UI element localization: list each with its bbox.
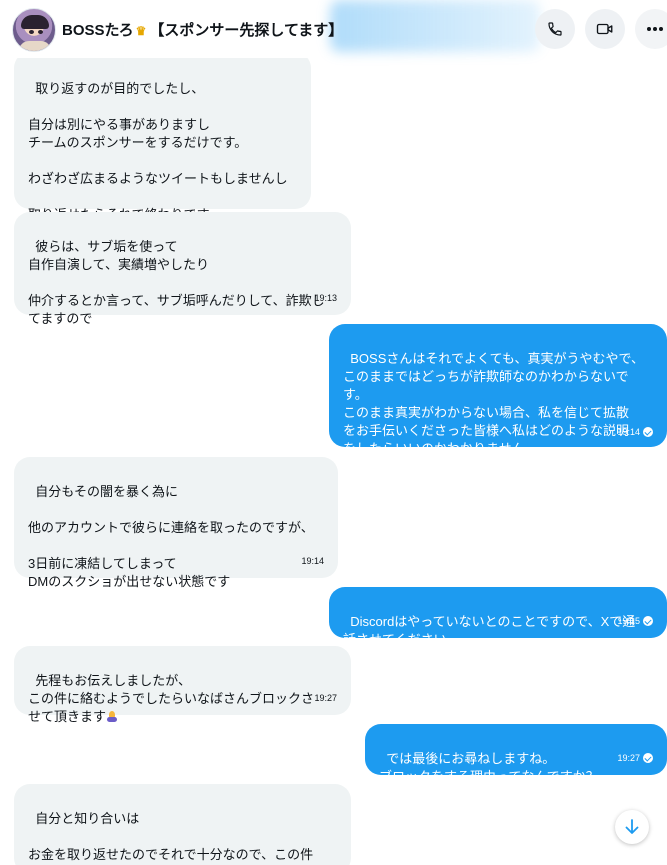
read-check-icon <box>643 427 653 437</box>
video-icon <box>596 23 613 35</box>
more-icon <box>647 27 663 31</box>
phone-icon <box>548 22 562 36</box>
message-text: 彼らは、サブ垢を使って 自作自演して、実績増やしたり 仲介するとか言って、サブ垢… <box>28 239 325 326</box>
more-button[interactable] <box>635 9 667 49</box>
message-time: 19:14 <box>617 427 640 437</box>
message-text: 先程もお伝えしましたが、 この件に絡むようでしたらいなばさんブロックさ せて頂き… <box>28 673 315 724</box>
message-bubble[interactable]: BOSSさんはそれでよくても、真実がうやむやで、 このままではどっちが詐欺師なの… <box>329 324 667 456</box>
read-check-icon <box>643 753 653 763</box>
message-time: 19:27 <box>617 753 640 763</box>
contact-status: 【スポンサー先探してます】 <box>149 22 344 39</box>
praying-hands-icon <box>106 711 118 722</box>
message-time: 19:27 <box>314 693 337 703</box>
read-check-icon <box>643 616 653 626</box>
message-text: では最後にお尋ねしますね。 ブロックをする理由ってなんですか？ <box>379 751 599 784</box>
message-bubble[interactable]: 先程もお伝えしましたが、 この件に絡むようでしたらいなばさんブロックさ せて頂き… <box>14 646 351 724</box>
arrow-down-icon <box>625 819 639 834</box>
message-text: BOSSさんはそれでよくても、真実がうやむやで、 このままではどっちが詐欺師なの… <box>343 351 645 456</box>
avatar[interactable] <box>12 8 56 52</box>
call-button[interactable] <box>535 9 575 49</box>
message-text: 自分と知り合いは お金を取り返せたのでそれで十分なので、この件 に着いて今後は話… <box>28 811 314 862</box>
message-time: 19:13 <box>314 293 337 303</box>
conversation-header: BOSSたろ ♛ 【スポンサー先探してます】 <box>0 0 667 58</box>
crown-icon: ♛ <box>135 24 147 38</box>
message-text: 取り返すのが目的でしたし、 自分は別にやる事がありますし チームのスポンサーをす… <box>28 81 288 222</box>
header-highlight <box>330 0 540 52</box>
message-bubble[interactable]: 自分と知り合いは お金を取り返せたのでそれで十分なので、この件 に着いて今後は話… <box>14 784 351 865</box>
video-call-button[interactable] <box>585 9 625 49</box>
message-bubble[interactable]: では最後にお尋ねしますね。 ブロックをする理由ってなんですか？ 19:27 <box>365 724 667 784</box>
contact-name: BOSSたろ <box>62 22 134 39</box>
scroll-to-bottom-button[interactable] <box>615 810 649 844</box>
message-bubble[interactable]: Discordはやっていないとのことですので、Xで通 話させてください。 19:… <box>329 587 667 647</box>
message-bubble[interactable]: 自分もその闇を暴く為に 他のアカウントで彼らに連絡を取ったのですが、 3日前に凍… <box>14 457 338 589</box>
message-bubble[interactable]: 取り返すのが目的でしたし、 自分は別にやる事がありますし チームのスポンサーをす… <box>14 52 311 222</box>
message-text: 自分もその闇を暴く為に 他のアカウントで彼らに連絡を取ったのですが、 3日前に凍… <box>28 484 314 589</box>
message-time: 19:15 <box>617 616 640 626</box>
message-text: Discordはやっていないとのことですので、Xで通 話させてください。 <box>343 614 636 647</box>
conversation-title[interactable]: BOSSたろ ♛ 【スポンサー先探してます】 <box>62 19 343 40</box>
message-bubble[interactable]: 彼らは、サブ垢を使って 自作自演して、実績増やしたり 仲介するとか言って、サブ垢… <box>14 212 351 326</box>
message-time: 19:14 <box>301 556 324 566</box>
